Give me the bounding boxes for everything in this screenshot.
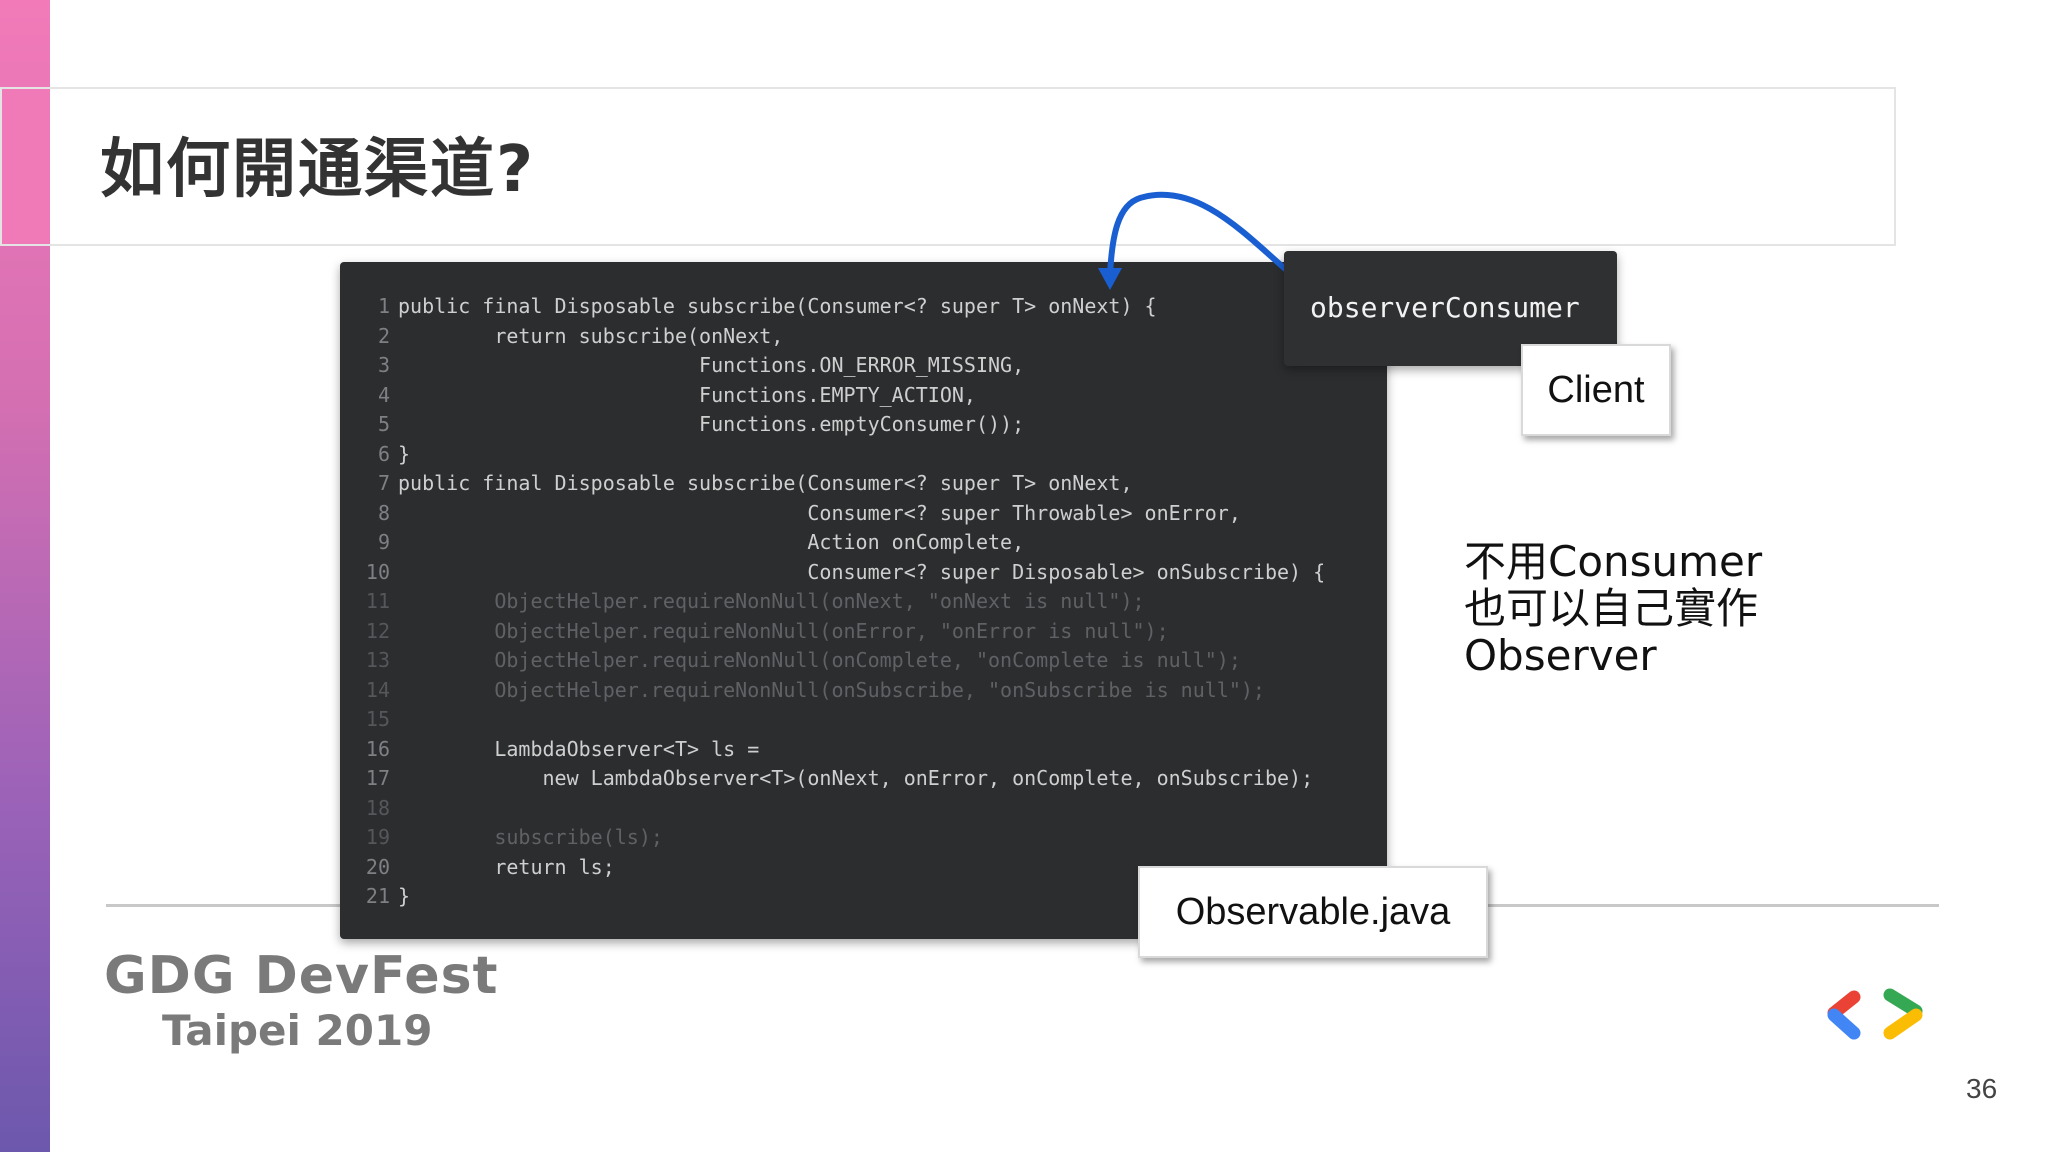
gdg-logo-icon (1827, 988, 1923, 1040)
observer-consumer-label: observerConsumer (1310, 291, 1580, 324)
code-line: 9 Action onComplete, (340, 528, 1387, 558)
client-callout: Client (1521, 344, 1671, 436)
code-line: 6} (340, 440, 1387, 470)
code-panel: 1 public final Disposable subscribe(Consu… (340, 262, 1387, 939)
event-brand: GDG DevFest Taipei 2019 (104, 946, 498, 1055)
brand-line-2: Taipei 2019 (162, 1006, 433, 1055)
side-note-line: Observer (1464, 631, 1657, 680)
code-line: 15 (340, 705, 1387, 735)
code-line: 14 ObjectHelper.requireNonNull(onSubscri… (340, 676, 1387, 706)
code-line: 11 ObjectHelper.requireNonNull(onNext, "… (340, 587, 1387, 617)
code-lines: 1 public final Disposable subscribe(Consu… (340, 292, 1387, 912)
code-line: 2 return subscribe(onNext, (340, 322, 1387, 352)
file-callout: Observable.java (1138, 866, 1488, 958)
code-line: 4 Functions.EMPTY_ACTION, (340, 381, 1387, 411)
line-number: 10 (365, 559, 390, 584)
code-text: LambdaObserver<T> ls = (398, 736, 760, 761)
code-line: 12 ObjectHelper.requireNonNull(onError, … (340, 617, 1387, 647)
code-text: return subscribe(onNext, (398, 323, 784, 348)
side-note: 不用Consumer 也可以自己實作 Observer (1464, 538, 1824, 679)
title-accent (2, 89, 50, 244)
code-text: ObjectHelper.requireNonNull(onComplete, … (398, 648, 1241, 672)
line-number: 5 (377, 412, 390, 436)
line-number: 3 (377, 353, 390, 377)
code-text: Consumer<? super Throwable> onError, (398, 500, 1241, 525)
line-number: 21 (365, 884, 390, 908)
code-line: 10 Consumer<? super Disposable> onSubscr… (340, 558, 1387, 588)
line-number: 6 (377, 441, 390, 466)
code-text: } (398, 884, 411, 908)
code-text: Consumer<? super Disposable> onSubscribe… (398, 559, 1326, 584)
code-line: 17 new LambdaObserver<T>(onNext, onError… (340, 764, 1387, 794)
line-number: 1 (377, 294, 390, 318)
code-line: 3 Functions.ON_ERROR_MISSING, (340, 351, 1387, 381)
line-number: 13 (365, 648, 390, 672)
code-text: new LambdaObserver<T>(onNext, onError, o… (398, 766, 1314, 790)
code-line: 8 Consumer<? super Throwable> onError, (340, 499, 1387, 529)
line-number: 4 (377, 382, 390, 407)
line-number: 7 (377, 471, 390, 495)
code-text: ObjectHelper.requireNonNull(onNext, "onN… (398, 589, 1145, 613)
code-text: return ls; (398, 854, 615, 879)
line-number: 19 (365, 825, 390, 849)
code-line: 19 subscribe(ls); (340, 823, 1387, 853)
line-number: 20 (365, 854, 390, 879)
side-note-line: 不用Consumer (1464, 537, 1763, 586)
code-text: ObjectHelper.requireNonNull(onSubscribe,… (398, 677, 1265, 702)
code-text: Functions.ON_ERROR_MISSING, (398, 353, 1025, 377)
line-number: 18 (365, 795, 390, 820)
code-line: 7 public final Disposable subscribe(Consu… (340, 469, 1387, 499)
page-number: 36 (1966, 1073, 1998, 1104)
line-number: 17 (365, 766, 390, 790)
line-number: 11 (365, 589, 390, 613)
line-number: 9 (377, 530, 390, 554)
code-text: Functions.emptyConsumer()); (398, 412, 1025, 436)
slide-title: 如何開通渠道? (100, 133, 536, 207)
brand-line-1: GDG DevFest (104, 946, 499, 1006)
line-number: 14 (365, 677, 390, 702)
line-number: 16 (365, 736, 390, 761)
code-line: 13 ObjectHelper.requireNonNull(onComplet… (340, 646, 1387, 676)
code-text: Action onComplete, (398, 530, 1025, 554)
code-text: public final Disposable subscribe(Consum… (398, 294, 1157, 318)
footer-divider-left (106, 904, 346, 907)
code-text: ObjectHelper.requireNonNull(onError, "on… (398, 618, 1169, 643)
code-text: Functions.EMPTY_ACTION, (398, 382, 976, 407)
line-number: 12 (365, 618, 390, 643)
line-number: 8 (377, 500, 390, 525)
code-line: 5 Functions.emptyConsumer()); (340, 410, 1387, 440)
code-line: 18 (340, 794, 1387, 824)
side-note-line: 也可以自己實作 (1464, 584, 1759, 633)
code-text: subscribe(ls); (398, 825, 663, 849)
line-number: 15 (365, 707, 390, 731)
line-number: 2 (377, 323, 390, 348)
code-text: } (398, 441, 411, 466)
code-text: public final Disposable subscribe(Consum… (398, 471, 1133, 495)
footer-divider-right (1485, 904, 1939, 907)
code-line: 16 LambdaObserver<T> ls = (340, 735, 1387, 765)
